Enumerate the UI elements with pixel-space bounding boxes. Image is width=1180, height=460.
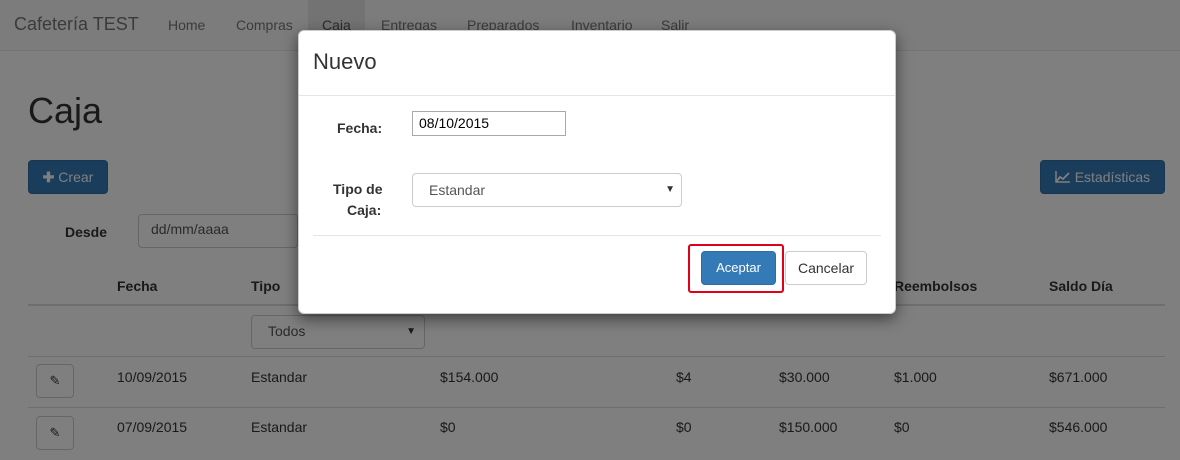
- cancel-button-label: Cancelar: [797, 260, 855, 276]
- tipo-caja-label-line1: Tipo de: [333, 181, 383, 197]
- fecha-value: 08/10/2015: [419, 115, 490, 131]
- new-caja-modal: Nuevo Fecha: 08/10/2015 Tipo de Caja: Es…: [298, 30, 896, 314]
- fecha-input[interactable]: 08/10/2015: [412, 111, 566, 136]
- caret-down-icon: ▼: [665, 184, 675, 195]
- modal-header-divider: [299, 95, 895, 96]
- tipo-caja-label-line2: Caja:: [347, 202, 382, 218]
- cancel-button[interactable]: Cancelar: [785, 251, 867, 285]
- modal-title: Nuevo: [313, 49, 377, 74]
- modal-footer-divider: [313, 235, 881, 236]
- tipo-caja-value: Estandar: [429, 182, 486, 198]
- accept-highlight-box: [688, 244, 784, 293]
- tipo-caja-select[interactable]: Estandar ▼: [412, 173, 682, 207]
- fecha-label: Fecha:: [337, 120, 383, 136]
